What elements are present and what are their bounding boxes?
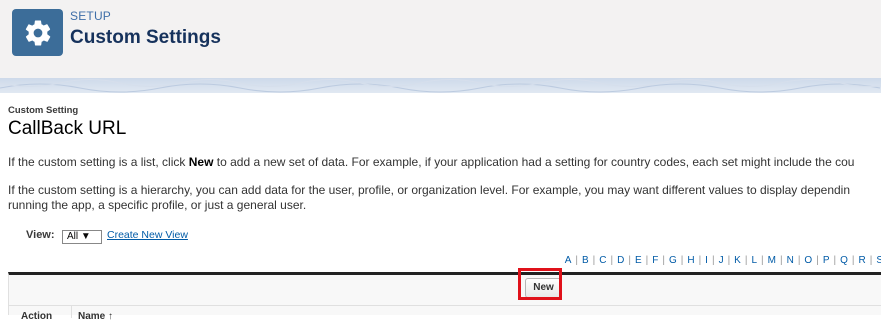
alphabet-letter-j[interactable]: J [719,255,724,266]
alphabet-separator: | [869,255,873,266]
highlight-box [518,268,562,300]
alphabet-separator: | [833,255,837,266]
alphabet-separator: | [727,255,731,266]
alphabet-letter-d[interactable]: D [617,255,624,266]
alphabet-separator: | [698,255,702,266]
view-label: View: [26,229,55,241]
description-list-pre: If the custom setting is a list, click [8,155,189,169]
alphabet-separator: | [816,255,819,266]
alphabet-letter-a[interactable]: A [565,255,572,266]
description-hierarchy-line2: running the app, a specific profile, or … [8,198,307,212]
alphabet-filter: A | B | C | D | E | F | G | H | I | J | K | L | M | N | O | P | Q | R | S [565,255,881,266]
alphabet-letter-l[interactable]: L [751,255,757,266]
alphabet-letter-o[interactable]: O [804,255,812,266]
alphabet-letter-k[interactable]: K [734,255,741,266]
alphabet-letter-f[interactable]: F [652,255,658,266]
main-content: Custom Setting CallBack URL If the custo… [0,93,881,322]
alphabet-separator: | [645,255,649,266]
alphabet-letter-p[interactable]: P [823,255,830,266]
setup-section-label[interactable]: SETUP [70,9,111,23]
description-hierarchy-line1: If the custom setting is a hierarchy, yo… [8,183,851,197]
alphabet-separator: | [851,255,855,266]
alphabet-letter-r[interactable]: R [858,255,865,266]
gear-icon [25,20,50,46]
alphabet-separator: | [575,255,578,266]
alphabet-separator: | [592,255,596,266]
column-divider [71,306,72,318]
column-header-name[interactable]: Name ↑ [78,311,113,322]
setup-header: SETUP Custom Settings [0,0,881,78]
description-list-post: to add a new set of data. For example, i… [213,155,855,169]
table-header: Action Name ↑ [8,305,881,322]
description-list: If the custom setting is a list, click N… [8,155,854,170]
alphabet-letter-n[interactable]: N [787,255,794,266]
alphabet-separator: | [662,255,665,266]
alphabet-letter-c[interactable]: C [599,255,606,266]
setup-tile [12,9,63,56]
column-header-action[interactable]: Action [21,311,52,322]
alphabet-letter-i[interactable]: I [705,255,708,266]
view-select[interactable]: All ▼ [62,230,102,244]
alphabet-letter-g[interactable]: G [669,255,677,266]
alphabet-letter-s[interactable]: S [876,255,881,266]
decorative-band [0,78,881,93]
record-title: CallBack URL [8,118,127,139]
description-list-bold: New [188,155,214,169]
band-pattern [0,79,881,93]
page-title: Custom Settings [70,27,221,48]
alphabet-separator: | [761,255,764,266]
alphabet-letter-b[interactable]: B [582,255,589,266]
alphabet-letter-q[interactable]: Q [840,255,848,266]
alphabet-letter-e[interactable]: E [635,255,642,266]
alphabet-separator: | [744,255,748,266]
create-new-view-link[interactable]: Create New View [107,229,188,241]
alphabet-separator: | [680,255,684,266]
alphabet-letter-h[interactable]: H [687,255,694,266]
alphabet-separator: | [779,255,783,266]
alphabet-separator: | [610,255,614,266]
record-type-label: Custom Setting [8,105,79,116]
alphabet-letter-m[interactable]: M [768,255,776,266]
alphabet-separator: | [628,255,631,266]
alphabet-separator: | [797,255,801,266]
alphabet-separator: | [711,255,715,266]
